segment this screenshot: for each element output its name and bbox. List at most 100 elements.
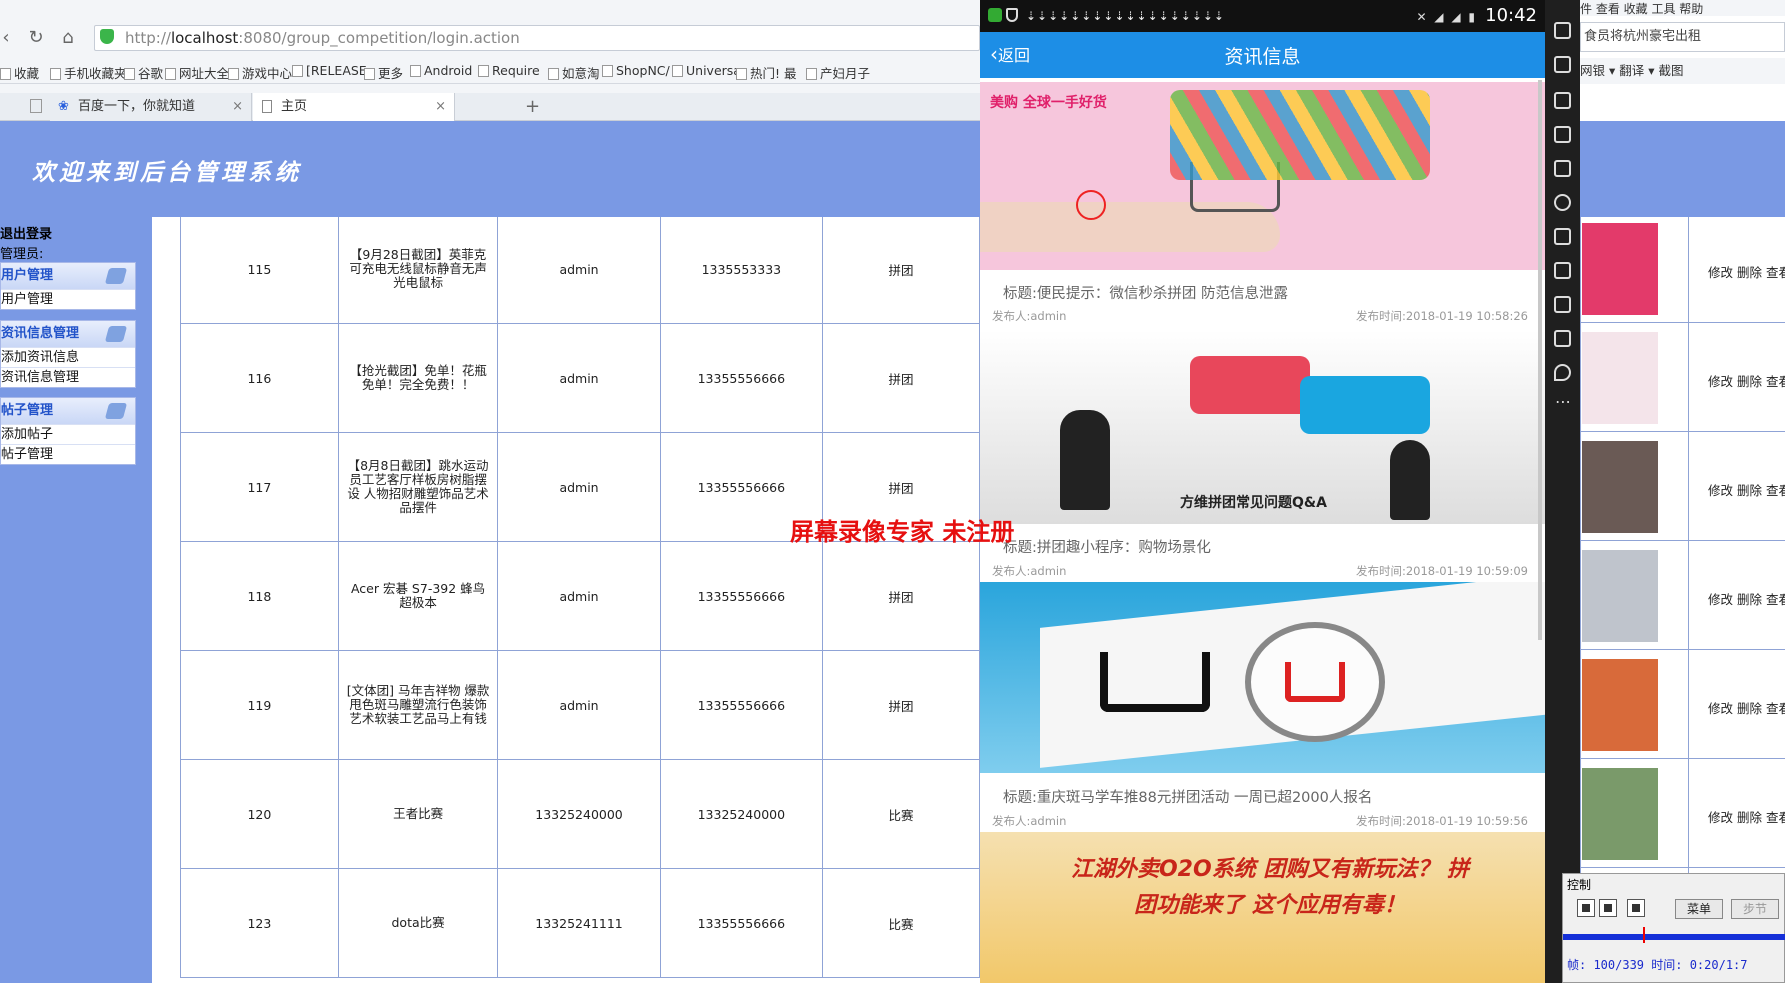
header-banner: 欢迎来到后台管理系统 xyxy=(0,121,980,217)
recorder-control-panel: 控制 菜单 步节 帧: 100/339 时间: 0:20/1:7 xyxy=(1562,873,1785,983)
status-time: 10:42 xyxy=(1485,5,1537,26)
scrollbar[interactable] xyxy=(1538,80,1542,640)
page-title: 资讯信息 xyxy=(1224,46,1301,68)
search-input[interactable]: 食员将杭州豪宅出租 xyxy=(1580,22,1785,52)
menu-head[interactable]: 资讯信息管理 xyxy=(1,321,135,347)
app-bar: ‹返回 资讯信息 xyxy=(980,32,1545,78)
refresh-icon[interactable]: ↻ xyxy=(24,26,48,50)
more-icon[interactable]: ⋯ xyxy=(1555,392,1571,411)
sidebar-item-news-manage[interactable]: 资讯信息管理 xyxy=(1,367,135,387)
home-icon[interactable]: ⌂ xyxy=(56,26,80,50)
bookmark-item[interactable]: 谷歌 xyxy=(124,63,163,82)
table-row: 119 [文体团] 马年吉祥物 爆款甩色斑马雕塑流行色装饰艺术软装工艺品马上有钱 a… xyxy=(180,650,980,760)
bookmark-item[interactable]: Universa xyxy=(672,63,741,78)
data-table: 115 【9月28日截团】英菲克可充电无线鼠标静音无声光电鼠标 admin 13355… xyxy=(180,217,980,983)
new-tab-icon[interactable]: + xyxy=(525,93,540,121)
sidebar-item-add-news[interactable]: 添加资讯信息 xyxy=(1,347,135,367)
menu-head[interactable]: 用户管理 xyxy=(1,263,135,289)
screenshot-icon[interactable] xyxy=(1554,126,1571,143)
volume-down-icon[interactable] xyxy=(1554,296,1571,313)
logout-link[interactable]: 退出登录 xyxy=(0,223,52,242)
row-actions[interactable]: 修改 删除 查看 xyxy=(1708,589,1785,608)
row-actions[interactable]: 修改 删除 查看 xyxy=(1708,262,1785,281)
news-publisher: 发布人:admin xyxy=(992,814,1067,828)
bookmark-label: 热门! 最 xyxy=(750,66,797,81)
prev-frame-button[interactable] xyxy=(1577,899,1595,917)
next-frame-button[interactable] xyxy=(1627,899,1645,917)
stop-button[interactable] xyxy=(1599,899,1617,917)
product-thumbnail xyxy=(1582,223,1658,315)
fullscreen-icon[interactable] xyxy=(1554,22,1571,39)
bookmark-label: Android xyxy=(424,63,473,78)
bookmark-item[interactable]: [RELEASE xyxy=(292,63,367,78)
gem-icon xyxy=(104,403,128,419)
news-image xyxy=(980,582,1545,773)
step-button[interactable]: 步节 xyxy=(1731,899,1779,919)
bookmark-icon xyxy=(50,68,61,80)
sidebar-toggle-icon[interactable] xyxy=(30,99,42,113)
apk-icon[interactable] xyxy=(1554,92,1571,109)
multi-window-icon[interactable] xyxy=(1554,160,1571,177)
browser-window: ‹ ↻ ⌂ http://localhost:8080/group_compet… xyxy=(0,0,980,983)
cell-title: 【8月8日截团】跳水运动员工艺客厅样板房树脂摆设 人物招财雕塑饰品艺术品摆件 xyxy=(337,432,499,542)
sidebar-item-post-manage[interactable]: 帖子管理 xyxy=(1,444,135,464)
bookmark-label: ShopNC/ xyxy=(616,63,670,78)
keyboard-icon[interactable] xyxy=(1554,56,1571,73)
url-input[interactable]: http://localhost:8080/group_competition/… xyxy=(94,25,980,51)
cell-id: 123 xyxy=(180,868,339,978)
location-icon[interactable] xyxy=(1554,364,1571,381)
table-row: 修改 删除 查看 xyxy=(1580,432,1785,541)
cell-type: 拼团 xyxy=(822,217,980,324)
a-bubble xyxy=(1300,376,1430,434)
folder-icon[interactable] xyxy=(1554,330,1571,347)
bookmark-item[interactable]: Android xyxy=(410,63,472,78)
menu-head[interactable]: 帖子管理 xyxy=(1,398,135,424)
bookmark-icon xyxy=(364,68,375,80)
sidebar-item-add-post[interactable]: 添加帖子 xyxy=(1,424,135,444)
cell-phone: 1335553333 xyxy=(659,217,824,324)
cell-type: 拼团 xyxy=(822,323,980,433)
progress-marker[interactable] xyxy=(1643,927,1645,943)
bookmark-item[interactable]: ShopNC/ xyxy=(602,63,670,78)
bookmark-item[interactable]: 更多 xyxy=(364,63,403,82)
close-icon[interactable]: × xyxy=(232,93,243,121)
product-packs xyxy=(1170,90,1430,180)
volume-up-icon[interactable] xyxy=(1554,262,1571,279)
rotate-icon[interactable] xyxy=(1554,228,1571,245)
bookmark-item[interactable]: 产妇月子 xyxy=(806,63,870,82)
bookmark-item[interactable]: 游戏中心 xyxy=(228,63,292,82)
progress-track[interactable] xyxy=(1563,934,1785,940)
cell-publisher: admin xyxy=(497,541,661,651)
back-icon[interactable]: ‹ xyxy=(0,26,18,50)
tab-home[interactable]: 主页 × xyxy=(253,93,455,121)
row-actions[interactable]: 修改 删除 查看 xyxy=(1708,371,1785,390)
row-actions[interactable]: 修改 删除 查看 xyxy=(1708,698,1785,717)
product-thumbnail xyxy=(1582,659,1658,751)
bookmark-item[interactable]: 收藏 xyxy=(0,63,39,82)
bookmark-icon xyxy=(0,68,11,80)
cell-title: [文体团] 马年吉祥物 爆款甩色斑马雕塑流行色装饰艺术软装工艺品马上有钱 xyxy=(337,650,499,760)
cell-publisher: admin xyxy=(497,323,661,433)
bookmark-label: Require xyxy=(492,63,540,78)
cell-phone: 13325240000 xyxy=(659,759,824,869)
bookmark-item[interactable]: 热门! 最 xyxy=(736,63,797,82)
background-browser: 件 查看 收藏 工具 帮助 食员将杭州豪宅出租 网银 ▾ 翻译 ▾ 截图 修改 … xyxy=(1580,0,1785,983)
bookmark-item[interactable]: 如意淘 xyxy=(548,63,600,82)
cell-publisher: 13325241111 xyxy=(497,868,661,978)
close-icon[interactable]: × xyxy=(435,93,446,121)
news-title: 标题:便民提示：微信秒杀拼团 防范信息泄露 xyxy=(1003,286,1288,302)
row-actions[interactable]: 修改 删除 查看 xyxy=(1708,480,1785,499)
cell-publisher: admin xyxy=(497,432,661,542)
settings-icon[interactable] xyxy=(1554,194,1571,211)
news-publisher: 发布人:admin xyxy=(992,564,1067,578)
row-actions[interactable]: 修改 删除 查看 xyxy=(1708,807,1785,826)
image-caption: 江湖外卖O2O系统 团购又有新玩法？ 拼团功能来了 这个应用有毒！ xyxy=(1070,857,1470,918)
bookmark-item[interactable]: Require xyxy=(478,63,540,78)
menu-button[interactable]: 菜单 xyxy=(1675,899,1723,919)
bookmark-item[interactable]: 手机收藏夹 xyxy=(50,63,127,82)
group-table: 115 【9月28日截团】英菲克可充电无线鼠标静音无声光电鼠标 admin 13355… xyxy=(180,217,980,978)
bookmark-item[interactable]: 网址大全 xyxy=(165,63,229,82)
bookmark-icon xyxy=(228,68,239,80)
tab-baidu[interactable]: ❀ 百度一下，你就知道 × xyxy=(50,93,252,121)
sidebar-item-user-manage[interactable]: 用户管理 xyxy=(1,289,135,309)
